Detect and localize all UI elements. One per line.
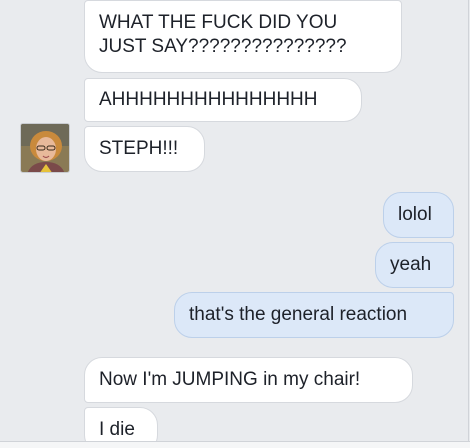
composer-edge <box>0 441 470 448</box>
incoming-message[interactable]: STEPH!!! <box>84 126 205 172</box>
incoming-message[interactable]: AHHHHHHHHHHHHHHH <box>84 78 362 122</box>
message-text: yeah <box>390 254 432 275</box>
message-text: STEPH!!! <box>99 138 179 159</box>
message-text: that's the general reaction <box>189 304 408 325</box>
message-text: AHHHHHHHHHHHHHHH <box>99 89 318 110</box>
message-text-line: WHAT THE FUCK DID YOU <box>99 12 338 33</box>
avatar-photo-icon <box>21 124 69 172</box>
outgoing-message[interactable]: yeah <box>375 242 454 288</box>
sender-avatar[interactable] <box>20 123 70 173</box>
incoming-message[interactable]: Now I'm JUMPING in my chair! <box>84 357 413 403</box>
message-text: I die <box>99 419 135 440</box>
outgoing-message[interactable]: lolol <box>383 192 454 238</box>
chat-thread: WHAT THE FUCK DID YOU JUST SAY??????????… <box>0 0 469 447</box>
incoming-message[interactable]: WHAT THE FUCK DID YOU JUST SAY??????????… <box>84 0 402 73</box>
outgoing-message[interactable]: that's the general reaction <box>174 292 454 338</box>
message-text: lolol <box>398 204 432 225</box>
message-text: Now I'm JUMPING in my chair! <box>99 369 361 390</box>
message-text-line: JUST SAY??????????????? <box>99 36 347 57</box>
